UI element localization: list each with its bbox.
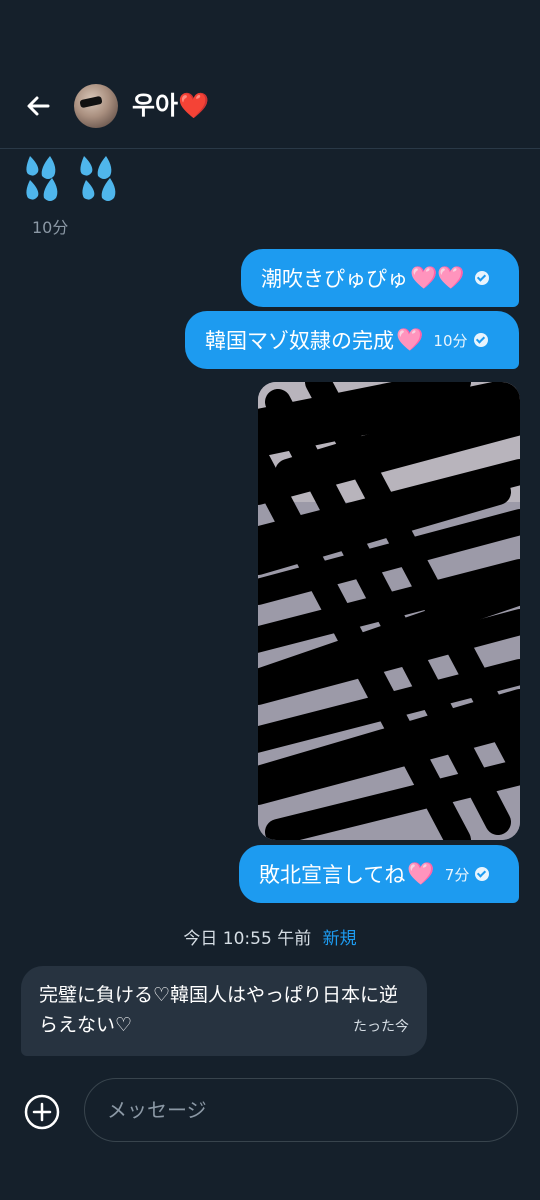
date-divider: 今日 10:55 午前 新規 <box>0 924 540 949</box>
sent-image-message[interactable] <box>258 382 520 840</box>
contact-name-text: 우아 <box>132 91 179 120</box>
message-timestamp: 7分 <box>444 865 470 884</box>
sweat-droplets-icon <box>26 156 116 201</box>
read-check-icon <box>474 271 489 285</box>
back-arrow-icon[interactable] <box>22 90 54 122</box>
pink-heart-icon: 🩷 <box>407 861 435 887</box>
pink-heart-icon: 🩷🩷 <box>410 265 465 291</box>
message-text: 潮吹きぴゅぴゅ <box>261 267 408 291</box>
message-input[interactable]: メッセージ <box>84 1078 518 1142</box>
scribbled-redaction <box>258 382 520 840</box>
sent-message-bubble[interactable]: 敗北宣言してね 🩷 7分 <box>239 845 519 903</box>
new-label: 新規 <box>322 929 357 949</box>
sent-message-bubble[interactable]: 韓国マゾ奴隷の完成 🩷 10分 <box>185 311 519 369</box>
avatar[interactable] <box>74 84 118 128</box>
pink-heart-icon: 🩷 <box>396 327 424 353</box>
message-text: 韓国マゾ奴隷の完成 <box>205 329 394 353</box>
conversation-header: 우아❤️ <box>0 0 540 149</box>
message-timestamp: たった今 <box>353 1019 409 1035</box>
sent-message-bubble[interactable]: 潮吹きぴゅぴゅ 🩷🩷 <box>241 249 519 307</box>
message-text: 完璧に負ける♡韓国人はやっぱり日本に逆らえない♡ <box>39 984 399 1036</box>
contact-name[interactable]: 우아❤️ <box>132 90 209 122</box>
read-check-icon <box>473 333 488 347</box>
read-check-icon <box>475 867 490 881</box>
message-text: 敗北宣言してね <box>259 863 406 887</box>
received-emoji-message[interactable]: 💦💦 <box>22 152 130 204</box>
received-message-bubble[interactable]: 完璧に負ける♡韓国人はやっぱり日本に逆らえない♡ たった今 <box>21 966 427 1056</box>
message-timestamp: 10分 <box>32 218 69 237</box>
add-media-icon[interactable] <box>24 1094 60 1130</box>
date-label: 今日 10:55 午前 <box>183 929 312 949</box>
contact-heart-icon: ❤️ <box>178 91 210 120</box>
message-timestamp: 10分 <box>433 331 468 350</box>
